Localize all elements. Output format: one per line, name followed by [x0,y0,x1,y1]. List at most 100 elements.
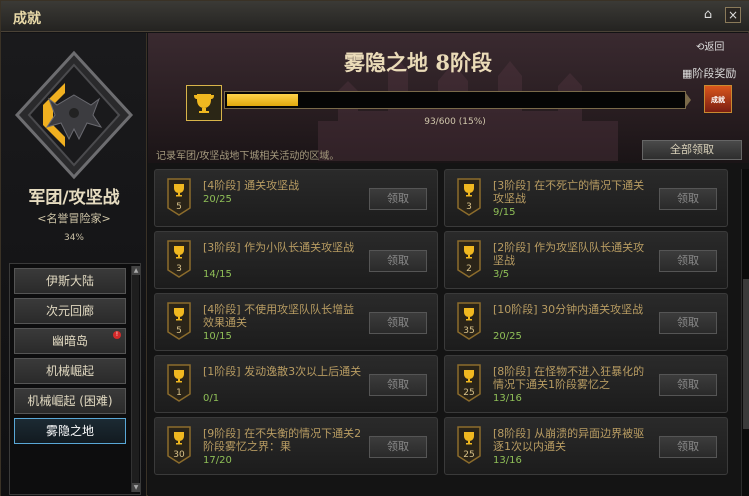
trophy-level: 5 [176,202,182,212]
trophy-badge-icon: 25 [457,426,481,464]
stage-reward-label: 阶段奖励 [692,67,737,80]
trophy-level: 25 [463,388,474,398]
nav-item-label: 伊斯大陆 [45,274,94,288]
nav-item-machine-rise[interactable]: 机械崛起 [14,358,126,384]
nav-item-dark-island[interactable]: 幽暗岛! [14,328,126,354]
achievement-text: [8阶段] 在怪物不进入狂暴化的情况下通关1阶段雾忆之 [493,365,645,391]
trophy-badge-icon: 35 [457,302,481,340]
achievement-text: [4阶段] 不使用攻坚队队长增益效果通关 [203,303,355,329]
nav-item-label: 机械崛起 (困难) [27,394,113,408]
achievement-card: 25 [8阶段] 在怪物不进入狂暴化的情况下通关1阶段雾忆之 13/16 领取 [444,355,728,413]
scroll-up-icon[interactable]: ▲ [132,266,140,275]
trophy-level: 5 [176,326,182,336]
trophy-badge-icon: 2 [457,240,481,278]
achievement-count: 13/16 [493,393,522,404]
claim-button[interactable]: 领取 [659,374,717,396]
stage-reward-item-icon[interactable]: 成就 [704,85,732,113]
trophy-badge-icon: 30 [167,426,191,464]
achievement-count: 20/25 [493,331,522,342]
claim-button[interactable]: 领取 [659,188,717,210]
claim-button[interactable]: 领取 [369,374,427,396]
scrollbar-thumb[interactable] [743,279,749,429]
window-title: 成就 [13,11,41,27]
achievement-card: 25 [8阶段] 从崩溃的异面边界被驱逐1次以内通关 13/16 领取 [444,417,728,475]
trophy-level: 2 [466,264,472,274]
achievement-count: 13/16 [493,455,522,466]
achievement-card: 5 [4阶段] 不使用攻坚队队长增益效果通关 10/15 领取 [154,293,438,351]
achievement-count: 14/15 [203,269,232,280]
achievement-text: [4阶段] 通关攻坚战 [203,179,300,192]
achievement-card: 2 [2阶段] 作为攻坚队队长通关攻坚战 3/5 领取 [444,231,728,289]
trophy-level: 3 [176,264,182,274]
trophy-level: 30 [173,450,185,460]
achievement-card: 3 [3阶段] 在不死亡的情况下通关攻坚战 9/15 领取 [444,169,728,227]
achievement-list-scrollbar[interactable] [741,169,749,496]
nav-item-label: 雾隐之地 [45,424,94,438]
trophy-badge-icon: 1 [167,364,191,402]
close-button[interactable]: × [725,7,741,23]
trophy-level: 3 [466,202,472,212]
legion-emblem-icon [14,50,134,180]
achievement-count: 17/20 [203,455,232,466]
claim-button[interactable]: 领取 [659,250,717,272]
achievement-text: [9阶段] 在不失衡的情况下通关2阶段雾忆之界：果 [203,427,362,453]
claim-button[interactable]: 领取 [659,436,717,458]
achievement-count: 20/25 [203,194,232,205]
stage-header: 雾隐之地 8阶段 ⟲返回 ▦阶段奖励 成就 93/600 (15%) 记录军团/… [148,33,749,163]
claim-button[interactable]: 领取 [369,188,427,210]
nav-item-label: 次元回廊 [45,304,94,318]
claim-button[interactable]: 领取 [369,436,427,458]
achievement-card: 3 [3阶段] 作为小队长通关攻坚战 14/15 领取 [154,231,438,289]
stage-title: 雾隐之地 8阶段 [344,50,492,75]
achievement-list: 5 [4阶段] 通关攻坚战 20/25 领取 3 [3阶段] 在不死亡的情况下通关攻坚战 9… [154,169,738,496]
nav-item-label: 幽暗岛 [51,334,88,348]
alert-badge-icon: ! [113,331,121,339]
stage-progress-text: 93/600 (15%) [424,117,486,127]
home-icon[interactable]: ⌂ [701,8,715,22]
nav-scrollbar[interactable]: ▲ ▼ [131,266,140,492]
achievement-main: 雾隐之地 8阶段 ⟲返回 ▦阶段奖励 成就 93/600 (15%) 记录军团/… [148,33,749,496]
achievement-count: 0/1 [203,393,220,404]
reward-grid-icon: ▦ [682,67,693,80]
achievement-card: 5 [4阶段] 通关攻坚战 20/25 领取 [154,169,438,227]
title-bar: 成就 ⌂ × [1,1,749,32]
stage-progress-fill [227,94,298,106]
category-percent: 34% [63,233,84,243]
back-label: 返回 [704,42,725,53]
nav-item-label: 机械崛起 [45,364,94,378]
achievement-count: 9/15 [493,207,516,218]
trophy-badge-icon: 25 [457,364,481,402]
trophy-icon [186,85,222,121]
trophy-badge-icon: 3 [167,240,191,278]
achievement-text: [1阶段] 发动逸散3次以上后通关 [203,365,362,378]
achievement-window: 成就 ⌂ × 军团/攻坚战 <名誉冒险家> 34% 伊斯大陆 次元回廊 幽暗岛!… [0,0,749,496]
claim-button[interactable]: 领取 [369,250,427,272]
achievement-text: [10阶段] 30分钟内通关攻坚战 [493,303,644,316]
stage-progress-bar [224,91,686,109]
stage-reward-button[interactable]: ▦阶段奖励 [682,65,736,81]
achievement-count: 3/5 [493,269,510,280]
progress-arrow-icon [685,92,691,108]
nav-item-dimension-corridor[interactable]: 次元回廊 [14,298,126,324]
nav-item-ise-continent[interactable]: 伊斯大陆 [14,268,126,294]
claim-all-button[interactable]: 全部领取 [642,140,742,160]
achievement-card: 35 [10阶段] 30分钟内通关攻坚战 20/25 领取 [444,293,728,351]
region-nav: 伊斯大陆 次元回廊 幽暗岛! 机械崛起 机械崛起 (困难) 雾隐之地 ▲ ▼ [9,263,141,495]
achievement-text: [8阶段] 从崩溃的异面边界被驱逐1次以内通关 [493,427,645,453]
achievement-text: [3阶段] 在不死亡的情况下通关攻坚战 [493,179,645,205]
category-subtitle: <名誉冒险家> [37,212,111,225]
claim-button[interactable]: 领取 [369,312,427,334]
achievement-card: 30 [9阶段] 在不失衡的情况下通关2阶段雾忆之界：果 17/20 领取 [154,417,438,475]
trophy-level: 35 [463,326,474,336]
nav-item-misty-land[interactable]: 雾隐之地 [14,418,126,444]
trophy-badge-icon: 3 [457,178,481,216]
scroll-down-icon[interactable]: ▼ [132,483,140,492]
trophy-level: 25 [463,450,474,460]
nav-item-machine-rise-hard[interactable]: 机械崛起 (困难) [14,388,126,414]
achievement-text: [3阶段] 作为小队长通关攻坚战 [203,241,355,254]
claim-button[interactable]: 领取 [659,312,717,334]
back-button[interactable]: ⟲返回 [696,38,724,53]
achievement-count: 10/15 [203,331,232,342]
trophy-badge-icon: 5 [167,302,191,340]
trophy-level: 1 [176,388,182,398]
